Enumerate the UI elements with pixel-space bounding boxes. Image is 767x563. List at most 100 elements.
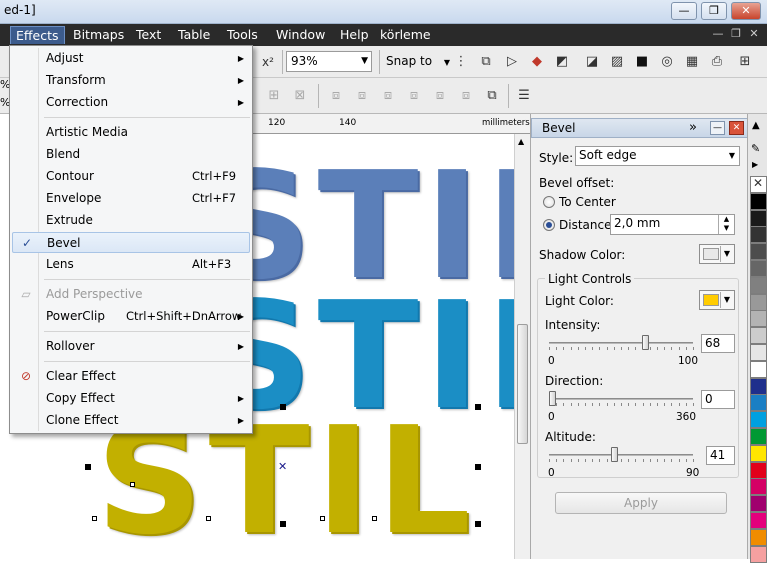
play-icon[interactable]: ▷	[502, 52, 522, 72]
close-button[interactable]: ✕	[731, 2, 761, 20]
minimize-docker-icon[interactable]: —	[710, 121, 725, 135]
menu-item-rollover[interactable]: Rollover ▶	[12, 336, 250, 357]
distance-radio[interactable]	[543, 219, 555, 231]
shadow-color-picker[interactable]: ▼	[699, 244, 735, 264]
menu-help[interactable]: Help	[335, 26, 374, 44]
intensity-slider[interactable]	[549, 334, 694, 354]
direction-input[interactable]: 0	[701, 390, 735, 409]
lock-icon[interactable]: ⊞	[735, 52, 755, 72]
zoom-tool-icon[interactable]: ◎	[657, 52, 677, 72]
palette-swatch[interactable]	[750, 293, 767, 311]
menu-item-copy-effect[interactable]: Copy Effect ▶	[12, 388, 250, 409]
back-minus-front-icon[interactable]: ⧈	[456, 86, 476, 106]
menu-item-adjust[interactable]: Adjust ▶	[12, 48, 250, 69]
menu-tools[interactable]: Tools	[222, 26, 263, 44]
menu-item-extrude[interactable]: Extrude	[12, 210, 250, 231]
close-docker-icon[interactable]: ✕	[729, 121, 744, 135]
dynamic-guides-icon[interactable]: ⋮	[451, 52, 471, 72]
palette-swatch[interactable]	[750, 545, 767, 563]
minimize-button[interactable]: —	[671, 2, 697, 20]
palette-swatch[interactable]: ✕	[750, 176, 767, 193]
create-boundary-icon[interactable]: ⧉	[482, 86, 502, 106]
selection-handle[interactable]	[475, 404, 481, 410]
menu-item-transform[interactable]: Transform ▶	[12, 70, 250, 91]
snap-to-dropdown[interactable]: Snap to ▼	[386, 52, 450, 70]
spinner-icon[interactable]: ▲ ▼	[718, 215, 734, 234]
node-point[interactable]	[206, 516, 211, 521]
menu-item-lens[interactable]: Lens Alt+F3	[12, 254, 250, 275]
light-color-picker[interactable]: ▼	[699, 290, 735, 310]
selection-handle[interactable]	[475, 521, 481, 527]
palette-swatch[interactable]	[750, 360, 767, 378]
palette-swatch[interactable]	[750, 411, 767, 429]
intensity-input[interactable]: 68	[701, 334, 735, 353]
menu-effects[interactable]: Effects	[10, 26, 65, 44]
menu-item-envelope[interactable]: Envelope Ctrl+F7	[12, 188, 250, 209]
intersect-icon[interactable]: ⧈	[378, 86, 398, 106]
menu-item-clone-effect[interactable]: Clone Effect ▶	[12, 410, 250, 431]
palette-swatch[interactable]	[750, 260, 767, 277]
palette-swatch[interactable]	[750, 428, 767, 445]
menu-item-clear-effect[interactable]: ⊘ Clear Effect	[12, 366, 250, 387]
palette-swatch[interactable]	[750, 243, 767, 261]
slider-knob[interactable]	[549, 391, 556, 406]
palette-swatch[interactable]	[750, 444, 767, 462]
selection-handle[interactable]	[475, 464, 481, 470]
node-point[interactable]	[372, 516, 377, 521]
apply-button[interactable]: Apply	[555, 492, 727, 514]
slider-knob[interactable]	[642, 335, 649, 350]
palette-swatch[interactable]	[750, 478, 767, 496]
color-icon[interactable]: ▨	[607, 52, 627, 72]
slider-knob[interactable]	[611, 447, 618, 462]
palette-swatch[interactable]	[750, 344, 767, 361]
outline-icon[interactable]: ◩	[552, 52, 572, 72]
palette-swatch[interactable]	[750, 209, 767, 227]
altitude-slider[interactable]	[549, 446, 694, 466]
doc-minimize-icon[interactable]: —	[711, 27, 725, 41]
direction-slider[interactable]	[549, 390, 694, 410]
distance-input[interactable]: 2,0 mm ▲ ▼	[610, 214, 735, 235]
palette-swatch[interactable]	[750, 276, 767, 294]
transparency-icon[interactable]: ◪	[582, 52, 602, 72]
ungroup-icon[interactable]: ⊠	[290, 86, 310, 106]
selection-handle[interactable]	[85, 464, 91, 470]
palette-swatch[interactable]	[750, 495, 767, 513]
front-minus-back-icon[interactable]: ⧈	[430, 86, 450, 106]
palette-swatch[interactable]	[750, 327, 767, 345]
group-icon[interactable]: ⊞	[264, 86, 284, 106]
style-select[interactable]: Soft edge ▼	[575, 146, 740, 166]
scrollbar-thumb[interactable]	[517, 324, 528, 444]
node-point[interactable]	[92, 516, 97, 521]
palette-flyout-icon[interactable]: ▶	[752, 160, 758, 169]
zoom-level-select[interactable]: 93% ▼	[286, 51, 372, 72]
menu-item-bevel[interactable]: ✓ Bevel	[12, 232, 250, 253]
palette-swatch[interactable]	[750, 310, 767, 328]
align-icon[interactable]: ☰	[514, 86, 534, 106]
gradient-icon[interactable]: ■	[632, 52, 652, 72]
texture-icon[interactable]: ▦	[682, 52, 702, 72]
menu-item-contour[interactable]: Contour Ctrl+F9	[12, 166, 250, 187]
menu-item-powerclip[interactable]: PowerClip Ctrl+Shift+DnArrow ▶	[12, 306, 250, 327]
menu-text[interactable]: Text	[131, 26, 166, 44]
menu-korleme[interactable]: körleme	[375, 26, 436, 44]
palette-scroll-up-icon[interactable]: ▲	[752, 120, 760, 131]
print-icon[interactable]: ⎙	[707, 52, 727, 72]
altitude-input[interactable]: 41	[706, 446, 735, 465]
palette-swatch[interactable]	[750, 461, 767, 479]
menu-item-artistic-media[interactable]: Artistic Media	[12, 122, 250, 143]
node-point[interactable]	[130, 482, 135, 487]
scroll-up-icon[interactable]: ▲	[518, 137, 524, 146]
doc-close-icon[interactable]: ✕	[747, 27, 761, 41]
palette-swatch[interactable]	[750, 528, 767, 546]
node-point[interactable]	[320, 516, 325, 521]
trim-icon[interactable]: ⧈	[352, 86, 372, 106]
to-center-radio[interactable]	[543, 196, 555, 208]
superscript-button[interactable]: x²	[258, 52, 278, 72]
menu-bitmaps[interactable]: Bitmaps	[68, 26, 129, 44]
menu-item-correction[interactable]: Correction ▶	[12, 92, 250, 113]
eyedropper-icon[interactable]: ✎	[751, 142, 760, 155]
selection-handle[interactable]	[280, 521, 286, 527]
vertical-scrollbar[interactable]: ▲	[514, 134, 530, 559]
restore-button[interactable]: ❐	[701, 2, 727, 20]
menu-window[interactable]: Window	[271, 26, 330, 44]
